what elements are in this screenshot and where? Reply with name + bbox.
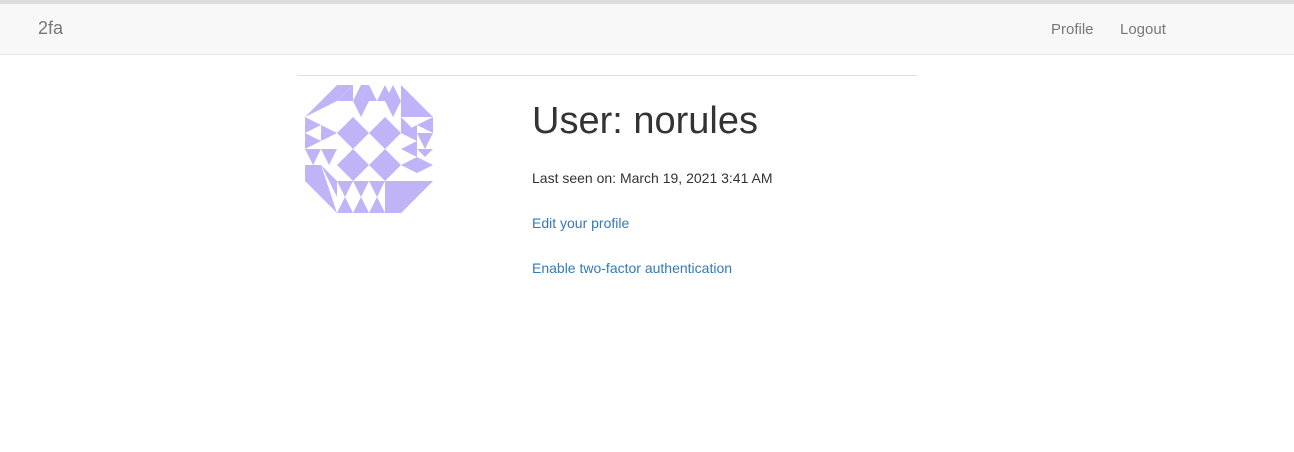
page-title: User: norules: [532, 100, 758, 142]
last-seen-text: Last seen on: March 19, 2021 3:41 AM: [532, 170, 773, 186]
navbar: 2fa Profile Logout: [0, 4, 1294, 55]
edit-profile-link[interactable]: Edit your profile: [532, 215, 629, 231]
content-divider: [297, 75, 917, 76]
nav-logout-link[interactable]: Logout: [1120, 21, 1166, 38]
identicon-avatar-icon: [305, 85, 433, 213]
avatar: [305, 85, 433, 213]
nav-profile-link[interactable]: Profile: [1051, 21, 1094, 38]
brand-link[interactable]: 2fa: [38, 18, 63, 39]
enable-2fa-link[interactable]: Enable two-factor authentication: [532, 260, 732, 276]
